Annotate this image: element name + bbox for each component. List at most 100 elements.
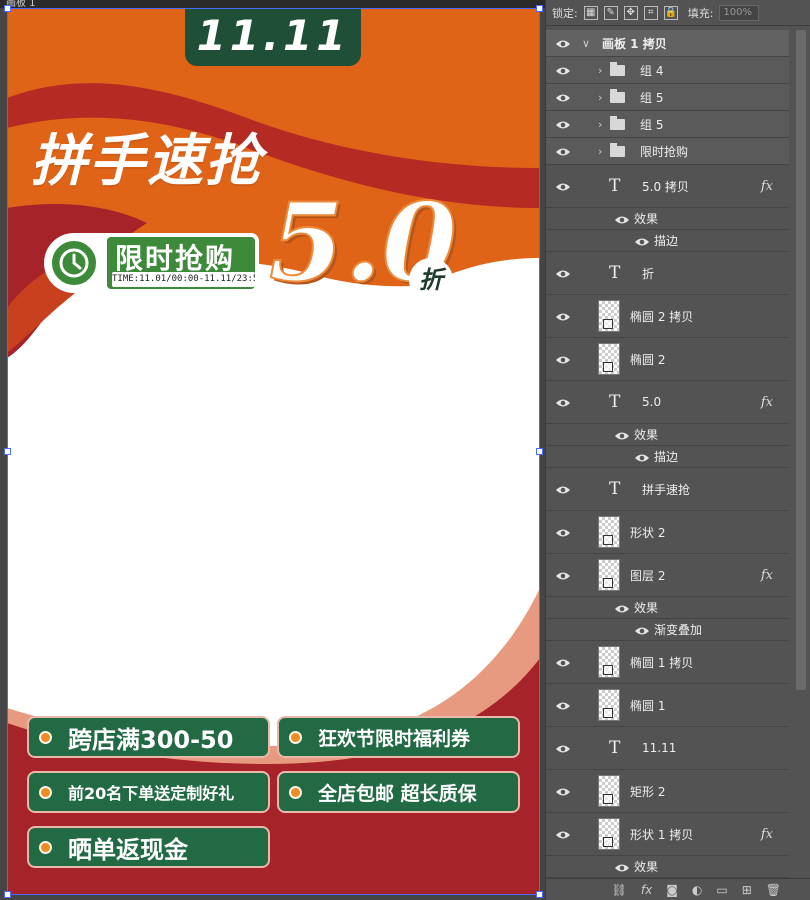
layer-effect-row[interactable]: 描边: [546, 446, 789, 468]
layer-effect-row[interactable]: 渐变叠加: [546, 619, 789, 641]
layer-row[interactable]: ∨ 画板 1 拷贝: [546, 30, 789, 57]
lock-transparent-icon[interactable]: ▦: [583, 5, 598, 20]
fill-input[interactable]: 100%: [719, 4, 760, 21]
visibility-eye-icon[interactable]: [555, 268, 571, 278]
lock-pixels-icon[interactable]: ✎: [603, 5, 618, 20]
layer-row[interactable]: 矩形 2: [546, 770, 789, 813]
layer-row[interactable]: 形状 1 拷贝 fx: [546, 813, 789, 856]
promo-button-gift[interactable]: 前20名下单送定制好礼: [27, 771, 270, 813]
visibility-eye-icon[interactable]: [555, 146, 571, 156]
visibility-eye-icon[interactable]: [555, 354, 571, 364]
layer-name: 效果: [634, 601, 659, 615]
visibility-eye-icon[interactable]: [555, 700, 571, 710]
layer-row[interactable]: 椭圆 1 拷贝: [546, 641, 789, 684]
canvas-area[interactable]: 画板 1 11.11 拼手速抢 限时抢购 TIME:11.01/00:00-11…: [0, 0, 545, 900]
promo-button-shipping[interactable]: 全店包邮 超长质保: [277, 771, 520, 813]
layer-effect-row[interactable]: 描边: [546, 230, 789, 252]
layer-row[interactable]: 图层 2 fx: [546, 554, 789, 597]
transform-handle[interactable]: [536, 891, 543, 898]
chevron-down-icon[interactable]: ∨: [582, 37, 590, 50]
layer-effect-row[interactable]: 效果: [546, 208, 789, 230]
layer-row[interactable]: 形状 2: [546, 511, 789, 554]
visibility-eye-icon[interactable]: [555, 743, 571, 753]
transform-handle[interactable]: [536, 448, 543, 455]
layer-row[interactable]: T 5.0 拷贝 fx: [546, 165, 789, 208]
layer-name: 组 4: [640, 63, 664, 78]
lock-position-icon[interactable]: ✥: [623, 5, 638, 20]
fx-badge[interactable]: fx: [761, 395, 773, 410]
visibility-eye-icon[interactable]: [555, 65, 571, 75]
event-date-tab: 11.11: [185, 8, 361, 66]
visibility-eye-icon[interactable]: [555, 786, 571, 796]
chevron-right-icon[interactable]: ›: [598, 145, 602, 158]
layer-row[interactable]: 椭圆 1: [546, 684, 789, 727]
visibility-eye-icon[interactable]: [555, 657, 571, 667]
layers-scrollbar[interactable]: [796, 30, 806, 690]
promo-button-cashback[interactable]: 晒单返现金: [27, 826, 270, 868]
layer-thumbnail-icon: [598, 646, 620, 678]
clock-icon: [48, 237, 100, 289]
transform-handle[interactable]: [536, 5, 543, 12]
visibility-eye-icon[interactable]: [634, 452, 650, 462]
layer-group-row[interactable]: › 组 4: [546, 57, 789, 84]
visibility-eye-icon[interactable]: [555, 181, 571, 191]
fx-badge[interactable]: fx: [761, 827, 773, 842]
folder-icon: [610, 61, 625, 76]
visibility-eye-icon[interactable]: [614, 214, 630, 224]
visibility-eye-icon[interactable]: [555, 829, 571, 839]
layer-group-row[interactable]: › 组 5: [546, 84, 789, 111]
layer-name: 渐变叠加: [654, 623, 703, 637]
visibility-eye-icon[interactable]: [614, 603, 630, 613]
document-tab[interactable]: 画板 1: [0, 0, 545, 8]
transform-handle[interactable]: [4, 891, 11, 898]
new-layer-icon[interactable]: ⊞: [742, 883, 752, 897]
layer-group-row[interactable]: › 限时抢购: [546, 138, 789, 165]
layer-name: 椭圆 2: [630, 352, 666, 367]
visibility-eye-icon[interactable]: [555, 484, 571, 494]
layer-row[interactable]: T 11.11: [546, 727, 789, 770]
lock-artboard-icon[interactable]: ⌗: [643, 5, 658, 20]
badge-title: 限时抢购: [115, 242, 236, 275]
chevron-right-icon[interactable]: ›: [598, 64, 602, 77]
chevron-right-icon[interactable]: ›: [598, 91, 602, 104]
folder-icon: [610, 142, 625, 157]
visibility-eye-icon[interactable]: [614, 430, 630, 440]
layer-row[interactable]: T 5.0 fx: [546, 381, 789, 424]
promo-button-coupon[interactable]: 狂欢节限时福利券: [277, 716, 520, 758]
promo-button-cross-store[interactable]: 跨店满300-50: [27, 716, 270, 758]
layer-effect-row[interactable]: 效果: [546, 597, 789, 619]
adjustment-icon[interactable]: ◐: [692, 883, 702, 897]
fx-icon[interactable]: fx: [641, 883, 652, 897]
visibility-eye-icon[interactable]: [555, 92, 571, 102]
visibility-eye-icon[interactable]: [614, 862, 630, 872]
visibility-eye-icon[interactable]: [555, 397, 571, 407]
transform-handle[interactable]: [4, 5, 11, 12]
visibility-eye-icon[interactable]: [555, 311, 571, 321]
visibility-eye-icon[interactable]: [555, 527, 571, 537]
layer-row[interactable]: T折: [546, 252, 789, 295]
delete-icon[interactable]: 🗑: [766, 883, 781, 897]
layer-effect-row[interactable]: 效果: [546, 424, 789, 446]
layer-row[interactable]: 椭圆 2 拷贝: [546, 295, 789, 338]
fx-badge[interactable]: fx: [761, 568, 773, 583]
visibility-eye-icon[interactable]: [634, 236, 650, 246]
new-group-icon[interactable]: ▭: [716, 883, 727, 897]
artboard[interactable]: 11.11 拼手速抢 限时抢购 TIME:11.01/00:00-11.11/2…: [7, 8, 540, 895]
transform-handle[interactable]: [4, 448, 11, 455]
layer-name: 拼手速抢: [642, 482, 691, 497]
lock-all-icon[interactable]: 🔒: [663, 5, 678, 20]
layer-name: 椭圆 2 拷贝: [630, 309, 694, 324]
link-icon[interactable]: ⛓: [612, 883, 627, 897]
visibility-eye-icon[interactable]: [634, 625, 650, 635]
visibility-eye-icon[interactable]: [555, 570, 571, 580]
layer-row[interactable]: T 拼手速抢: [546, 468, 789, 511]
layer-name: 效果: [634, 860, 659, 874]
visibility-eye-icon[interactable]: [555, 38, 571, 48]
layer-group-row[interactable]: › 组 5: [546, 111, 789, 138]
visibility-eye-icon[interactable]: [555, 119, 571, 129]
mask-icon[interactable]: ◙: [666, 883, 678, 897]
layer-row[interactable]: 椭圆 2: [546, 338, 789, 381]
fx-badge[interactable]: fx: [761, 179, 773, 194]
layer-effect-row[interactable]: 效果: [546, 856, 789, 878]
chevron-right-icon[interactable]: ›: [598, 118, 602, 131]
